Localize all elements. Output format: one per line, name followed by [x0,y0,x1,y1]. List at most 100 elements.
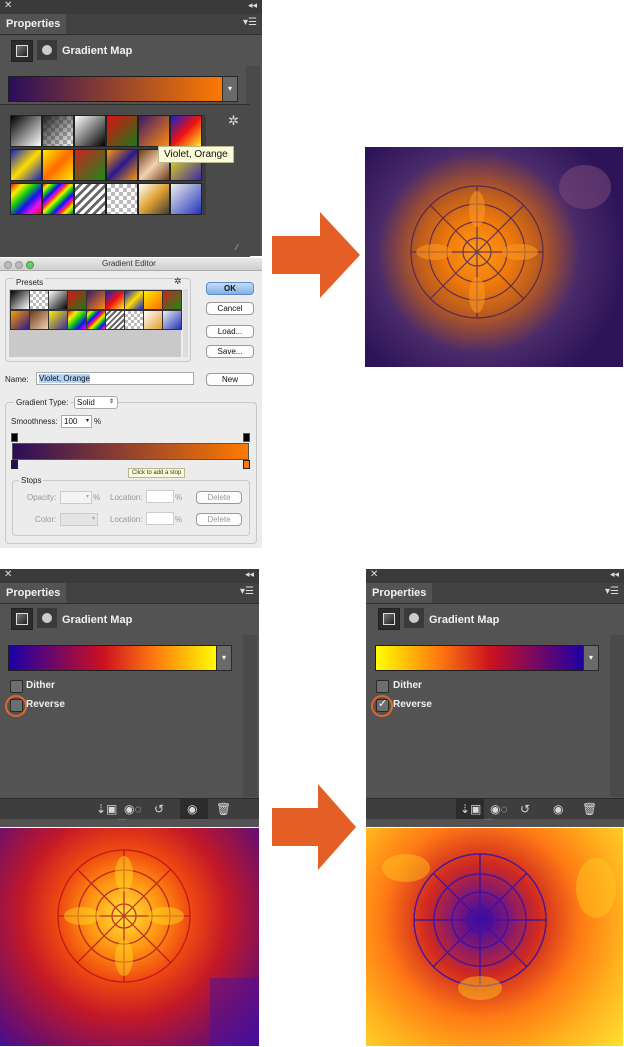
tab-properties[interactable]: Properties [0,583,67,603]
color-stop-right[interactable] [243,460,250,469]
preset-swatch[interactable] [143,290,163,310]
preset-swatch[interactable] [29,290,49,310]
dither-checkbox[interactable] [10,680,23,693]
preset-swatch[interactable] [67,290,87,310]
tab-properties[interactable]: Properties [0,14,67,34]
preset-swatch[interactable] [86,310,106,330]
color-field[interactable]: ▾ [60,513,98,526]
panel-menu-icon[interactable]: ▾☰ [243,17,257,28]
name-field[interactable]: Violet, Orange [36,372,194,385]
opacity-dropdown-icon[interactable]: ▾ [86,492,89,503]
location-field-1[interactable] [146,490,174,503]
close-icon[interactable]: ✕ [4,0,12,11]
preset-swatch[interactable] [10,290,30,310]
ok-button[interactable]: OK [206,282,254,295]
reset-icon[interactable]: ↺ [520,802,530,816]
visibility-eye-icon[interactable]: ◉ [187,802,197,816]
save-button[interactable]: Save... [206,345,254,358]
gradient-preview[interactable] [375,645,586,671]
gradient-ramp[interactable] [12,443,249,460]
zoom-dot-icon[interactable] [26,261,34,269]
preset-swatch[interactable] [42,149,74,181]
collapse-icon[interactable]: ◂◂ [245,569,254,580]
panel-menu-icon[interactable]: ▾☰ [240,586,254,597]
delete-button-2[interactable]: Delete [196,513,242,526]
presets-scrollbar[interactable] [183,289,188,357]
minimize-dot-icon[interactable] [15,261,23,269]
clip-to-layer-icon[interactable]: ⇣▣ [460,802,481,816]
close-dot-icon[interactable] [4,261,12,269]
preset-swatch[interactable] [42,183,74,215]
adjustment-icon[interactable] [11,40,33,62]
mask-icon[interactable] [37,608,57,628]
preset-swatch[interactable] [170,115,202,147]
smoothness-dropdown-icon[interactable]: ▾ [86,416,89,427]
preset-swatch[interactable] [138,115,170,147]
color-stop-left[interactable] [11,460,18,469]
presets-gear-icon[interactable]: ✲ [174,276,182,287]
preset-swatch[interactable] [29,310,49,330]
gradient-preview[interactable] [8,645,219,671]
preset-swatch[interactable] [48,310,68,330]
view-previous-icon[interactable]: ◉◌ [124,802,142,816]
close-icon[interactable]: ✕ [4,569,12,580]
location-field-2[interactable] [146,512,174,525]
preset-swatch[interactable] [124,290,144,310]
preset-swatch[interactable] [10,115,42,147]
opacity-stop-right[interactable] [243,433,250,442]
resize-grip-icon[interactable]: ┈┈ [118,815,127,824]
gradient-preview[interactable] [8,76,225,102]
collapse-icon[interactable]: ◂◂ [610,569,619,580]
preset-swatch[interactable] [106,115,138,147]
preset-swatch[interactable] [105,290,125,310]
gradient-type-select[interactable]: Solid ⇕ [74,396,118,409]
preset-swatch[interactable] [106,149,138,181]
preset-swatch[interactable] [10,183,42,215]
preset-swatch[interactable] [48,290,68,310]
resize-grip-icon[interactable]: ┈┈ [484,815,493,824]
opacity-field[interactable]: ▾ [60,491,92,504]
dither-checkbox[interactable] [376,680,389,693]
reset-icon[interactable]: ↺ [154,802,164,816]
preset-swatch[interactable] [10,310,30,330]
preset-swatch[interactable] [162,310,182,330]
panel-menu-icon[interactable]: ▾☰ [605,586,619,597]
view-previous-icon[interactable]: ◉◌ [490,802,508,816]
gradient-dropdown-button[interactable]: ▾ [583,645,599,671]
preset-swatch[interactable] [106,183,138,215]
preset-swatch[interactable] [42,115,74,147]
cancel-button[interactable]: Cancel [206,302,254,315]
new-button[interactable]: New [206,373,254,386]
visibility-eye-icon[interactable]: ◉ [553,802,563,816]
close-icon[interactable]: ✕ [370,569,378,580]
preset-swatch[interactable] [105,310,125,330]
mask-icon[interactable] [404,608,424,628]
resize-grip-icon[interactable]: ⁄⁄⁄ [236,243,238,252]
panel-scrollbar[interactable] [610,635,624,797]
clip-to-layer-icon[interactable]: ⇣▣ [96,802,117,816]
preset-swatch[interactable] [10,149,42,181]
load-button[interactable]: Load... [206,325,254,338]
preset-swatch[interactable] [162,290,182,310]
preset-swatch[interactable] [86,290,106,310]
preset-swatch[interactable] [138,183,170,215]
smoothness-field[interactable]: 100 ▾ [61,415,92,428]
gear-icon[interactable]: ✲ [228,113,239,129]
gradient-dropdown-button[interactable]: ▾ [216,645,232,671]
opacity-stop-left[interactable] [11,433,18,442]
preset-swatch[interactable] [124,310,144,330]
preset-swatch[interactable] [170,183,202,215]
color-dropdown-icon[interactable]: ▾ [92,514,95,525]
tab-properties[interactable]: Properties [366,583,433,603]
preset-swatch[interactable] [67,310,87,330]
delete-button-1[interactable]: Delete [196,491,242,504]
trash-icon[interactable]: 🗑 [216,802,231,816]
mask-icon[interactable] [37,40,57,60]
preset-swatch[interactable] [74,149,106,181]
preset-swatch[interactable] [143,310,163,330]
panel-scrollbar[interactable] [243,635,257,797]
preset-swatch[interactable] [74,115,106,147]
adjustment-icon[interactable] [11,608,33,630]
preset-swatch[interactable] [74,183,106,215]
trash-icon[interactable]: 🗑 [582,802,597,816]
